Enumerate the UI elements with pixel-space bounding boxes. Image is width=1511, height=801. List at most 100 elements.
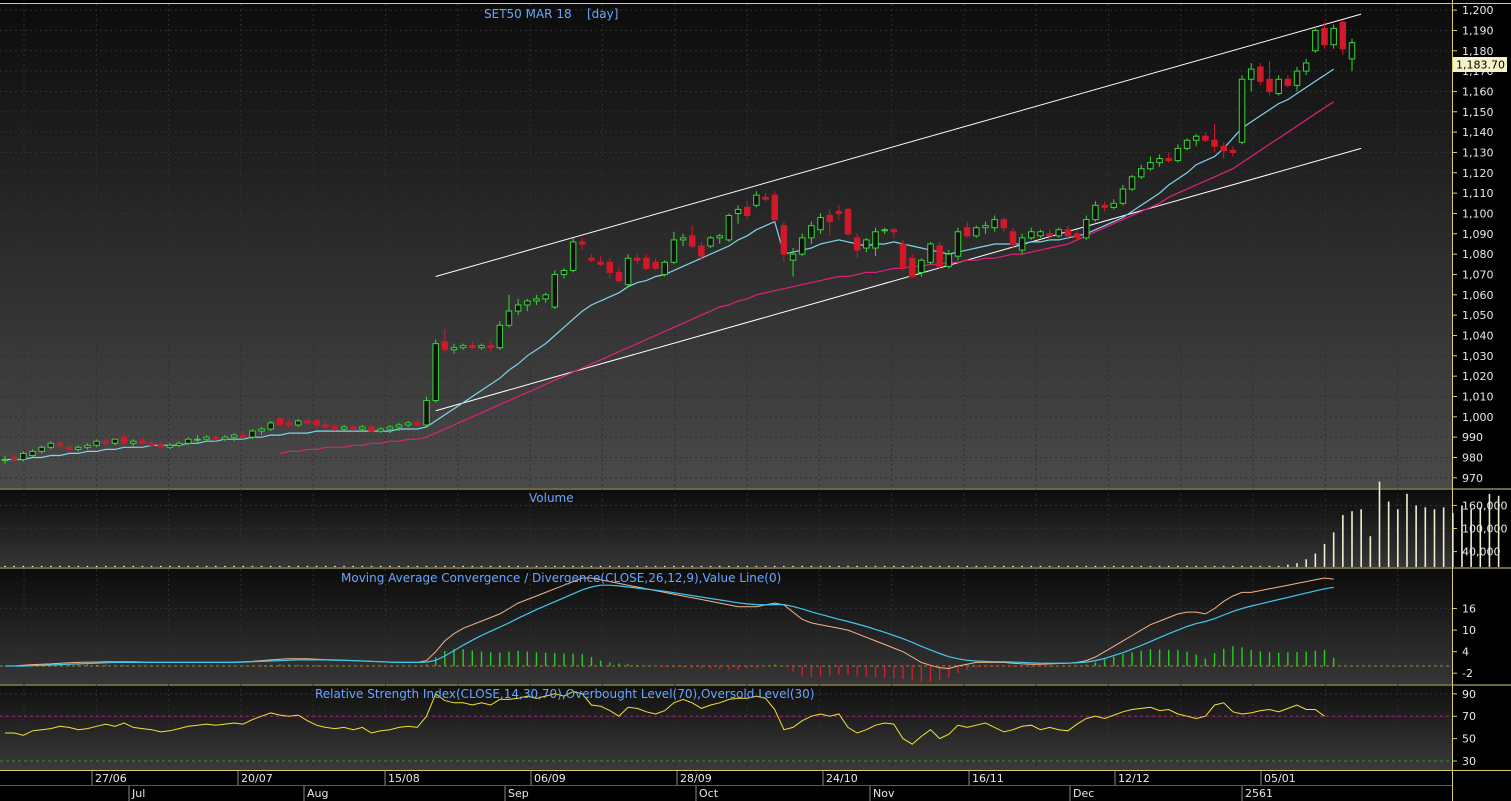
candle-body [386,426,394,430]
candle-body [212,436,220,440]
candle-body [927,243,934,263]
price-axis-tick-label: 1,050 [1462,309,1494,322]
candle-body [1211,139,1218,147]
candle-body [414,422,421,426]
price-axis-tick-label: 1,030 [1462,350,1494,363]
candle-body [432,343,439,402]
price-axis-tick-label: 1,090 [1462,228,1494,241]
rsi-axis-tick-label: 50 [1462,733,1476,746]
candle-body [762,196,769,200]
x-axis-month-label: Aug [307,787,328,800]
price-axis-tick-label: 1,060 [1462,289,1494,302]
price-axis-tick-label: 1,020 [1462,370,1494,383]
candle-body [130,440,137,444]
x-axis-month-label: Dec [1073,787,1094,800]
candle-body [514,304,522,312]
price-chart-interval: [day] [587,7,618,21]
x-axis-month-label: 2561 [1245,787,1273,800]
candle-body [652,261,659,269]
candle-body [478,345,485,349]
candle-body [872,231,879,249]
candle-body [267,422,274,430]
candle-body [753,194,760,206]
candle-body [688,235,696,247]
rsi-axis-tick-label: 30 [1462,755,1476,768]
candle-body [1000,219,1008,229]
candle-body [780,225,788,255]
candle-body [524,300,531,306]
candle-body [1302,62,1310,72]
candle-body [1165,158,1172,162]
candle-body [496,324,504,349]
candle-body [1284,78,1292,86]
candle-body [1220,145,1227,151]
candle-body [551,273,559,308]
price-axis-tick-label: 1,200 [1462,4,1494,17]
candle-body [1009,231,1017,245]
price-axis-tick-label: 1,180 [1462,45,1494,58]
price-axis-tick-label: 980 [1462,451,1483,464]
candle-body [239,434,247,438]
candle-body [1247,68,1255,80]
candle-body [349,426,357,430]
x-axis-date-label: 28/09 [680,772,712,785]
chart-window: 970 980 990 1,000 1,010 1,020 1,030 1,040 1,050 1… [0,0,1511,801]
candle-body [194,438,201,441]
candle-body [75,446,82,450]
price-axis-tick-label: 1,190 [1462,24,1494,37]
candle-body [533,298,540,302]
volume-axis-tick-label: 100,000 [1462,523,1508,536]
candle-body [368,426,375,432]
candle-body [670,239,678,263]
candle-body [65,446,73,450]
candle-body [249,430,256,438]
candle-body [1312,29,1319,52]
candle-body [185,438,192,444]
candle-body [991,219,998,229]
candle-body [1073,233,1081,239]
price-axis-tick-label: 970 [1462,472,1483,485]
candle-body [1339,21,1347,50]
candle-body [1229,149,1237,153]
candle-body [148,442,155,446]
price-axis-tick-label: 1,110 [1462,187,1494,200]
candle-body [102,440,110,444]
candle-body [1028,231,1035,239]
x-axis-date-label: 27/06 [95,772,127,785]
candle-body [679,237,687,241]
candle-body [313,420,320,426]
candle-body [1092,204,1099,221]
price-axis-tick-label: 1,010 [1462,390,1494,403]
candle-body [111,438,119,444]
candle-body [1266,78,1273,92]
rsi-title: Relative Strength Index(CLOSE,14,30,70),… [315,687,815,701]
x-axis-month-label: Oct [699,787,719,800]
candle-body [743,206,751,216]
x-axis-date-label: 12/12 [1118,772,1150,785]
candle-body [56,442,64,446]
candle-body [817,217,824,231]
candle-body [359,426,366,430]
rsi-axis-tick-label: 70 [1462,710,1476,723]
candle-body [597,261,604,265]
candle-body [20,452,27,461]
candle-body [716,235,723,239]
macd-panel[interactable] [0,569,1452,684]
candle-body [606,261,614,273]
candle-body [588,257,595,261]
candle-body [881,229,888,232]
candle-body [908,257,916,278]
candle-body [294,420,302,426]
x-axis-date-label: 05/01 [1264,772,1296,785]
candle-body [404,422,412,426]
candle-body [808,225,815,239]
x-axis-date-label: 20/07 [241,772,273,785]
price-panel[interactable] [0,4,1452,488]
candle-body [863,239,870,249]
price-axis-tick-label: 1,120 [1462,167,1494,180]
candle-body [459,345,467,349]
candle-body [258,428,265,432]
candle-body [1275,78,1282,94]
x-axis-date-label: 16/11 [972,772,1004,785]
candle-body [1064,229,1072,237]
